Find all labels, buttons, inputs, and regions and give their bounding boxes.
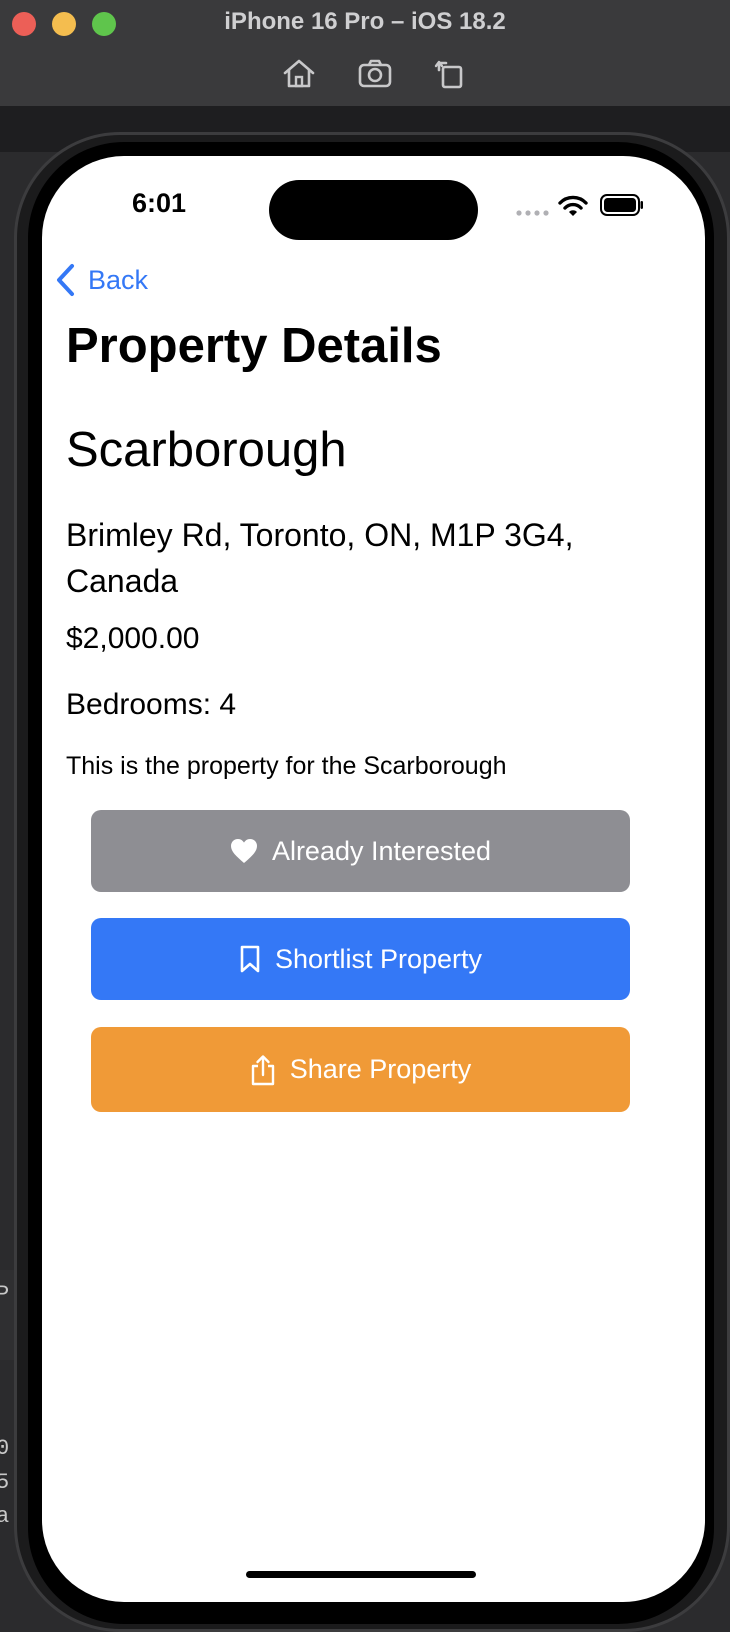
rotate-icon[interactable]	[433, 56, 469, 90]
page-title: Property Details	[66, 319, 442, 373]
heart-icon	[230, 839, 257, 863]
shortlist-property-button[interactable]: Shortlist Property	[91, 918, 630, 1000]
property-name: Scarborough	[66, 423, 347, 477]
already-interested-button[interactable]: Already Interested	[91, 810, 630, 892]
share-icon	[251, 1054, 274, 1085]
simulator-title: iPhone 16 Pro – iOS 18.2	[224, 8, 506, 35]
already-interested-label: Already Interested	[271, 835, 492, 866]
background-text-3: 5	[0, 1470, 10, 1495]
background-text-1: P	[0, 1282, 10, 1307]
wifi-icon	[558, 195, 588, 216]
back-button[interactable]: Back	[54, 260, 148, 300]
home-icon[interactable]	[281, 56, 317, 90]
background-text-2: 0	[0, 1436, 10, 1461]
screenshot-icon[interactable]	[357, 56, 393, 90]
battery-icon	[600, 194, 643, 216]
share-property-button[interactable]: Share Property	[91, 1027, 630, 1112]
property-description: This is the property for the Scarborough	[66, 752, 507, 780]
chevron-left-icon	[57, 264, 74, 296]
simulator-titlebar: iPhone 16 Pro – iOS 18.2	[0, 0, 730, 107]
cellular-signal-icon	[516, 210, 549, 216]
property-bedrooms: Bedrooms: 4	[66, 688, 237, 721]
property-price: $2,000.00	[66, 622, 200, 655]
back-label: Back	[88, 264, 149, 295]
home-indicator[interactable]	[246, 1571, 476, 1578]
status-time: 6:01	[132, 188, 187, 218]
phone-screen: 6:01 Back Property Details Scarborough B…	[42, 156, 705, 1602]
share-property-label: Share Property	[289, 1054, 472, 1084]
shortlist-property-label: Shortlist Property	[274, 943, 483, 974]
dynamic-island	[269, 180, 478, 240]
property-address: Brimley Rd, Toronto, ON, M1P 3G4, Canada	[66, 517, 574, 599]
bookmark-icon	[240, 945, 260, 973]
background-text-4: a	[0, 1504, 10, 1529]
